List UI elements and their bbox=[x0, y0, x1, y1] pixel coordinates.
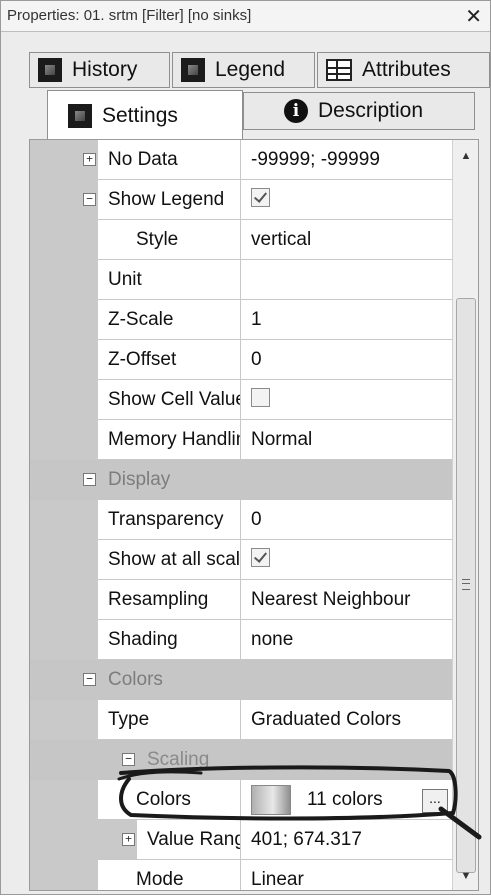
property-value[interactable]: 0 bbox=[241, 340, 452, 380]
checkbox-checked[interactable] bbox=[251, 548, 270, 568]
property-value[interactable] bbox=[241, 540, 452, 580]
property-row-colors[interactable]: Colors 11 colors ... bbox=[30, 780, 452, 820]
property-name: Resampling bbox=[98, 580, 241, 620]
property-value[interactable]: 0 bbox=[241, 500, 452, 540]
category-colors[interactable]: − Colors bbox=[30, 660, 452, 700]
collapse-icon[interactable]: − bbox=[83, 473, 96, 486]
scroll-up-icon[interactable]: ▲ bbox=[453, 144, 478, 168]
info-icon: i bbox=[284, 99, 308, 123]
tab-history-label: History bbox=[72, 58, 138, 81]
scrollbar-thumb[interactable] bbox=[456, 298, 476, 873]
category-label: Scaling bbox=[147, 749, 210, 770]
property-value[interactable]: none bbox=[241, 620, 452, 660]
property-value[interactable] bbox=[241, 380, 452, 420]
window-title: Properties: 01. srtm [Filter] [no sinks] bbox=[7, 7, 252, 24]
property-row-z-offset[interactable]: Z-Offset 0 bbox=[30, 340, 452, 380]
property-row-memory-handling[interactable]: Memory Handling Normal bbox=[30, 420, 452, 460]
property-row-show-legend[interactable]: − Show Legend bbox=[30, 180, 452, 220]
property-value[interactable]: 1 bbox=[241, 300, 452, 340]
property-value[interactable]: 11 colors ... bbox=[241, 780, 452, 820]
property-name: No Data bbox=[98, 140, 241, 180]
vertical-scrollbar[interactable]: ▲ ▼ bbox=[452, 140, 478, 890]
tab-settings-label: Settings bbox=[102, 103, 178, 127]
checkbox-unchecked[interactable] bbox=[251, 388, 270, 408]
property-name: Value Range bbox=[137, 820, 241, 860]
layer-square-icon bbox=[38, 58, 62, 82]
title-bar: Properties: 01. srtm [Filter] [no sinks]… bbox=[1, 1, 490, 32]
property-value[interactable]: 401; 674.317 bbox=[241, 820, 452, 860]
property-name: Mode bbox=[98, 860, 241, 890]
collapse-icon[interactable]: − bbox=[83, 193, 96, 206]
checkbox-checked[interactable] bbox=[251, 188, 270, 208]
property-value[interactable]: -99999; -99999 bbox=[241, 140, 452, 180]
color-ramp-swatch bbox=[251, 785, 291, 815]
collapse-icon[interactable]: − bbox=[122, 753, 135, 766]
property-name: Show Legend bbox=[98, 180, 241, 220]
property-name: Transparency bbox=[98, 500, 241, 540]
property-name: Style bbox=[98, 220, 241, 260]
property-name: Colors bbox=[98, 780, 241, 820]
collapse-icon[interactable]: − bbox=[83, 673, 96, 686]
expand-icon[interactable]: + bbox=[122, 833, 135, 846]
table-grid-icon bbox=[326, 59, 352, 81]
property-row-value-range[interactable]: + Value Range 401; 674.317 bbox=[30, 820, 452, 860]
property-row-mode[interactable]: Mode Linear bbox=[30, 860, 452, 890]
property-name: Show Cell Values bbox=[98, 380, 241, 420]
property-value[interactable]: vertical bbox=[241, 220, 452, 260]
property-name: Z-Offset bbox=[98, 340, 241, 380]
tab-legend-label: Legend bbox=[215, 58, 286, 81]
property-name: Shading bbox=[98, 620, 241, 660]
category-display[interactable]: − Display bbox=[30, 460, 452, 500]
property-name: Show at all scales bbox=[98, 540, 241, 580]
property-name: Memory Handling bbox=[98, 420, 241, 460]
property-row-no-data[interactable]: + No Data -99999; -99999 bbox=[30, 140, 452, 180]
property-name: Z-Scale bbox=[98, 300, 241, 340]
properties-panel: Properties: 01. srtm [Filter] [no sinks]… bbox=[0, 0, 491, 895]
tab-legend[interactable]: Legend bbox=[172, 52, 315, 88]
property-row-type[interactable]: Type Graduated Colors bbox=[30, 700, 452, 740]
category-label: Display bbox=[108, 469, 171, 490]
property-row-show-at-all-scales[interactable]: Show at all scales bbox=[30, 540, 452, 580]
tab-attributes-label: Attributes bbox=[362, 58, 451, 81]
expand-icon[interactable]: + bbox=[83, 153, 96, 166]
property-row-resampling[interactable]: Resampling Nearest Neighbour bbox=[30, 580, 452, 620]
tab-settings[interactable]: Settings bbox=[47, 90, 243, 140]
tab-description[interactable]: i Description bbox=[243, 92, 475, 130]
property-row-unit[interactable]: Unit bbox=[30, 260, 452, 300]
property-value[interactable] bbox=[241, 260, 452, 300]
property-grid: + No Data -99999; -99999 − Show Legend S… bbox=[29, 139, 479, 891]
property-row-shading[interactable]: Shading none bbox=[30, 620, 452, 660]
property-value[interactable]: Linear bbox=[241, 860, 452, 890]
property-row-style[interactable]: Style vertical bbox=[30, 220, 452, 260]
category-label: Colors bbox=[108, 669, 163, 690]
property-value[interactable]: Normal bbox=[241, 420, 452, 460]
property-value[interactable] bbox=[241, 180, 452, 220]
property-row-show-cell-values[interactable]: Show Cell Values bbox=[30, 380, 452, 420]
scroll-down-icon[interactable]: ▼ bbox=[453, 864, 478, 888]
close-icon[interactable]: ✕ bbox=[465, 4, 482, 29]
property-name: Type bbox=[98, 700, 241, 740]
tab-attributes[interactable]: Attributes bbox=[317, 52, 490, 88]
property-value[interactable]: Nearest Neighbour bbox=[241, 580, 452, 620]
layer-square-icon bbox=[68, 103, 92, 128]
property-row-z-scale[interactable]: Z-Scale 1 bbox=[30, 300, 452, 340]
property-row-transparency[interactable]: Transparency 0 bbox=[30, 500, 452, 540]
colors-count: 11 colors bbox=[307, 789, 383, 810]
property-value[interactable]: Graduated Colors bbox=[241, 700, 452, 740]
property-name: Unit bbox=[98, 260, 241, 300]
category-scaling[interactable]: − Scaling bbox=[30, 740, 452, 780]
tab-description-label: Description bbox=[318, 99, 424, 122]
grip-icon bbox=[462, 579, 470, 590]
layer-square-icon bbox=[181, 58, 205, 82]
edit-colors-button[interactable]: ... bbox=[422, 789, 448, 813]
tab-history[interactable]: History bbox=[29, 52, 170, 88]
